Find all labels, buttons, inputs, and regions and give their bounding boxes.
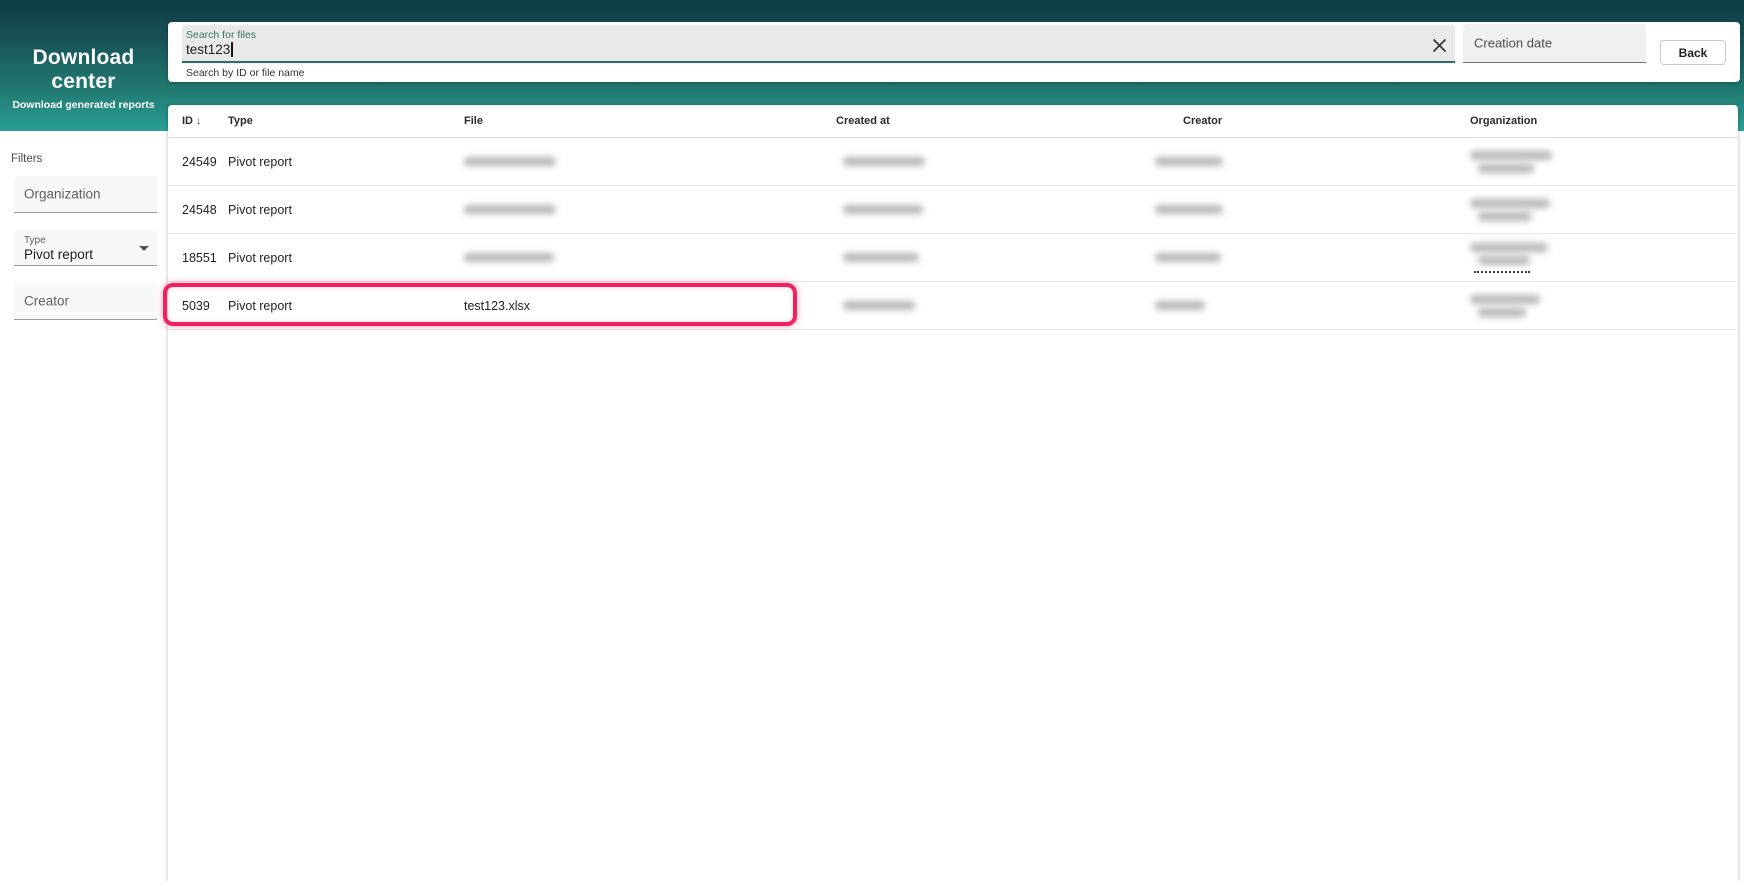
redacted-text: [1155, 301, 1205, 310]
redacted-text: [1470, 198, 1550, 208]
cell-file: test123.xlsx: [464, 298, 531, 313]
column-header-created-at[interactable]: Created at: [836, 115, 1183, 127]
cell-id: 5039: [182, 298, 210, 313]
cell-created-at: [836, 205, 1183, 214]
cell-type: Pivot report: [228, 202, 292, 217]
redacted-text: [1478, 163, 1534, 173]
cell-id: 18551: [182, 250, 217, 265]
creator-filter-input[interactable]: Creator: [14, 283, 157, 320]
cell-creator: [1155, 205, 1470, 214]
redacted-text: [1155, 205, 1223, 214]
column-header-organization[interactable]: Organization: [1470, 115, 1738, 127]
type-filter-label: Type: [24, 235, 46, 246]
cell-type: Pivot report: [228, 154, 292, 169]
redacted-text: [843, 205, 923, 214]
search-input[interactable]: Search for files test123: [182, 25, 1455, 63]
redacted-text: [464, 157, 556, 166]
redacted-text: [843, 301, 915, 310]
organization-filter-input[interactable]: Organization: [14, 176, 157, 213]
redacted-text: [1155, 157, 1223, 166]
search-toolbar-card: Search for files test123 Search by ID or…: [168, 22, 1740, 82]
app-subtitle: Download generated reports: [12, 99, 155, 111]
table-row-5039[interactable]: 5039 Pivot report test123.xlsx: [168, 282, 1738, 330]
download-center-page: Download center Download generated repor…: [0, 0, 1744, 881]
redacted-text: [1478, 307, 1526, 317]
column-header-id[interactable]: ID ↓: [182, 115, 228, 127]
reports-table-card: ID ↓ Type File Created at Creator Organiz…: [168, 105, 1738, 881]
cell-type: Pivot report: [228, 298, 292, 313]
redacted-text: [1470, 294, 1540, 304]
search-helper-text: Search by ID or file name: [186, 67, 305, 79]
type-filter-value: Pivot report: [24, 247, 94, 262]
cell-created-at: [836, 157, 1183, 166]
cell-organization: [1470, 294, 1738, 317]
redacted-text: [1155, 253, 1221, 262]
sort-desc-icon: ↓: [196, 115, 202, 127]
redacted-text: [1470, 242, 1548, 252]
redacted-text: [843, 157, 925, 166]
cell-file: [464, 157, 836, 166]
table-row-18551[interactable]: 18551 Pivot report: [168, 234, 1738, 282]
cell-id: 24548: [182, 202, 217, 217]
organization-filter-placeholder: Organization: [24, 186, 101, 202]
sidebar-brand: Download center Download generated repor…: [0, 0, 167, 131]
cell-creator: [1155, 253, 1470, 262]
cell-creator: [1155, 157, 1470, 166]
cell-created-at: [836, 253, 1183, 262]
app-title: Download center: [32, 46, 135, 93]
cell-created-at: [836, 301, 1183, 310]
redacted-text: [1470, 150, 1552, 160]
column-header-type[interactable]: Type: [228, 115, 464, 127]
redacted-text: [464, 253, 554, 262]
search-input-label: Search for files: [186, 29, 257, 41]
chevron-down-icon: [139, 246, 149, 251]
cell-organization: [1470, 242, 1738, 273]
cell-id: 24549: [182, 154, 217, 169]
cell-creator: [1155, 301, 1470, 310]
redacted-text: [1478, 211, 1532, 221]
table-header-row: ID ↓ Type File Created at Creator Organiz…: [168, 105, 1738, 138]
back-button[interactable]: Back: [1660, 40, 1726, 65]
table-row-24548[interactable]: 24548 Pivot report: [168, 186, 1738, 234]
creation-date-placeholder: Creation date: [1474, 35, 1553, 51]
clear-search-button[interactable]: [1425, 31, 1453, 59]
column-header-file[interactable]: File: [464, 115, 836, 127]
redacted-text: [843, 253, 919, 262]
redacted-text: [464, 205, 556, 214]
truncation-dots: [1474, 270, 1530, 273]
type-filter-select[interactable]: Type Pivot report: [14, 230, 157, 266]
table-body: 24549 Pivot report 24548 Pivot report 18…: [168, 138, 1738, 330]
creation-date-input[interactable]: Creation date: [1463, 24, 1646, 63]
cell-organization: [1470, 150, 1738, 173]
text-cursor: [231, 42, 233, 57]
creator-filter-placeholder: Creator: [24, 293, 70, 309]
cell-type: Pivot report: [228, 250, 292, 265]
cell-file: [464, 205, 836, 214]
redacted-text: [1478, 255, 1530, 265]
sidebar-filters-panel: Filters Organization Type Pivot report C…: [0, 131, 167, 881]
sidebar: Download center Download generated repor…: [0, 0, 167, 881]
close-icon: [1432, 38, 1446, 52]
cell-organization: [1470, 198, 1738, 221]
column-header-creator[interactable]: Creator: [1183, 115, 1470, 127]
table-row-24549[interactable]: 24549 Pivot report: [168, 138, 1738, 186]
search-input-value: test123: [186, 42, 233, 57]
filters-heading: Filters: [11, 153, 43, 165]
cell-file: [464, 253, 836, 262]
